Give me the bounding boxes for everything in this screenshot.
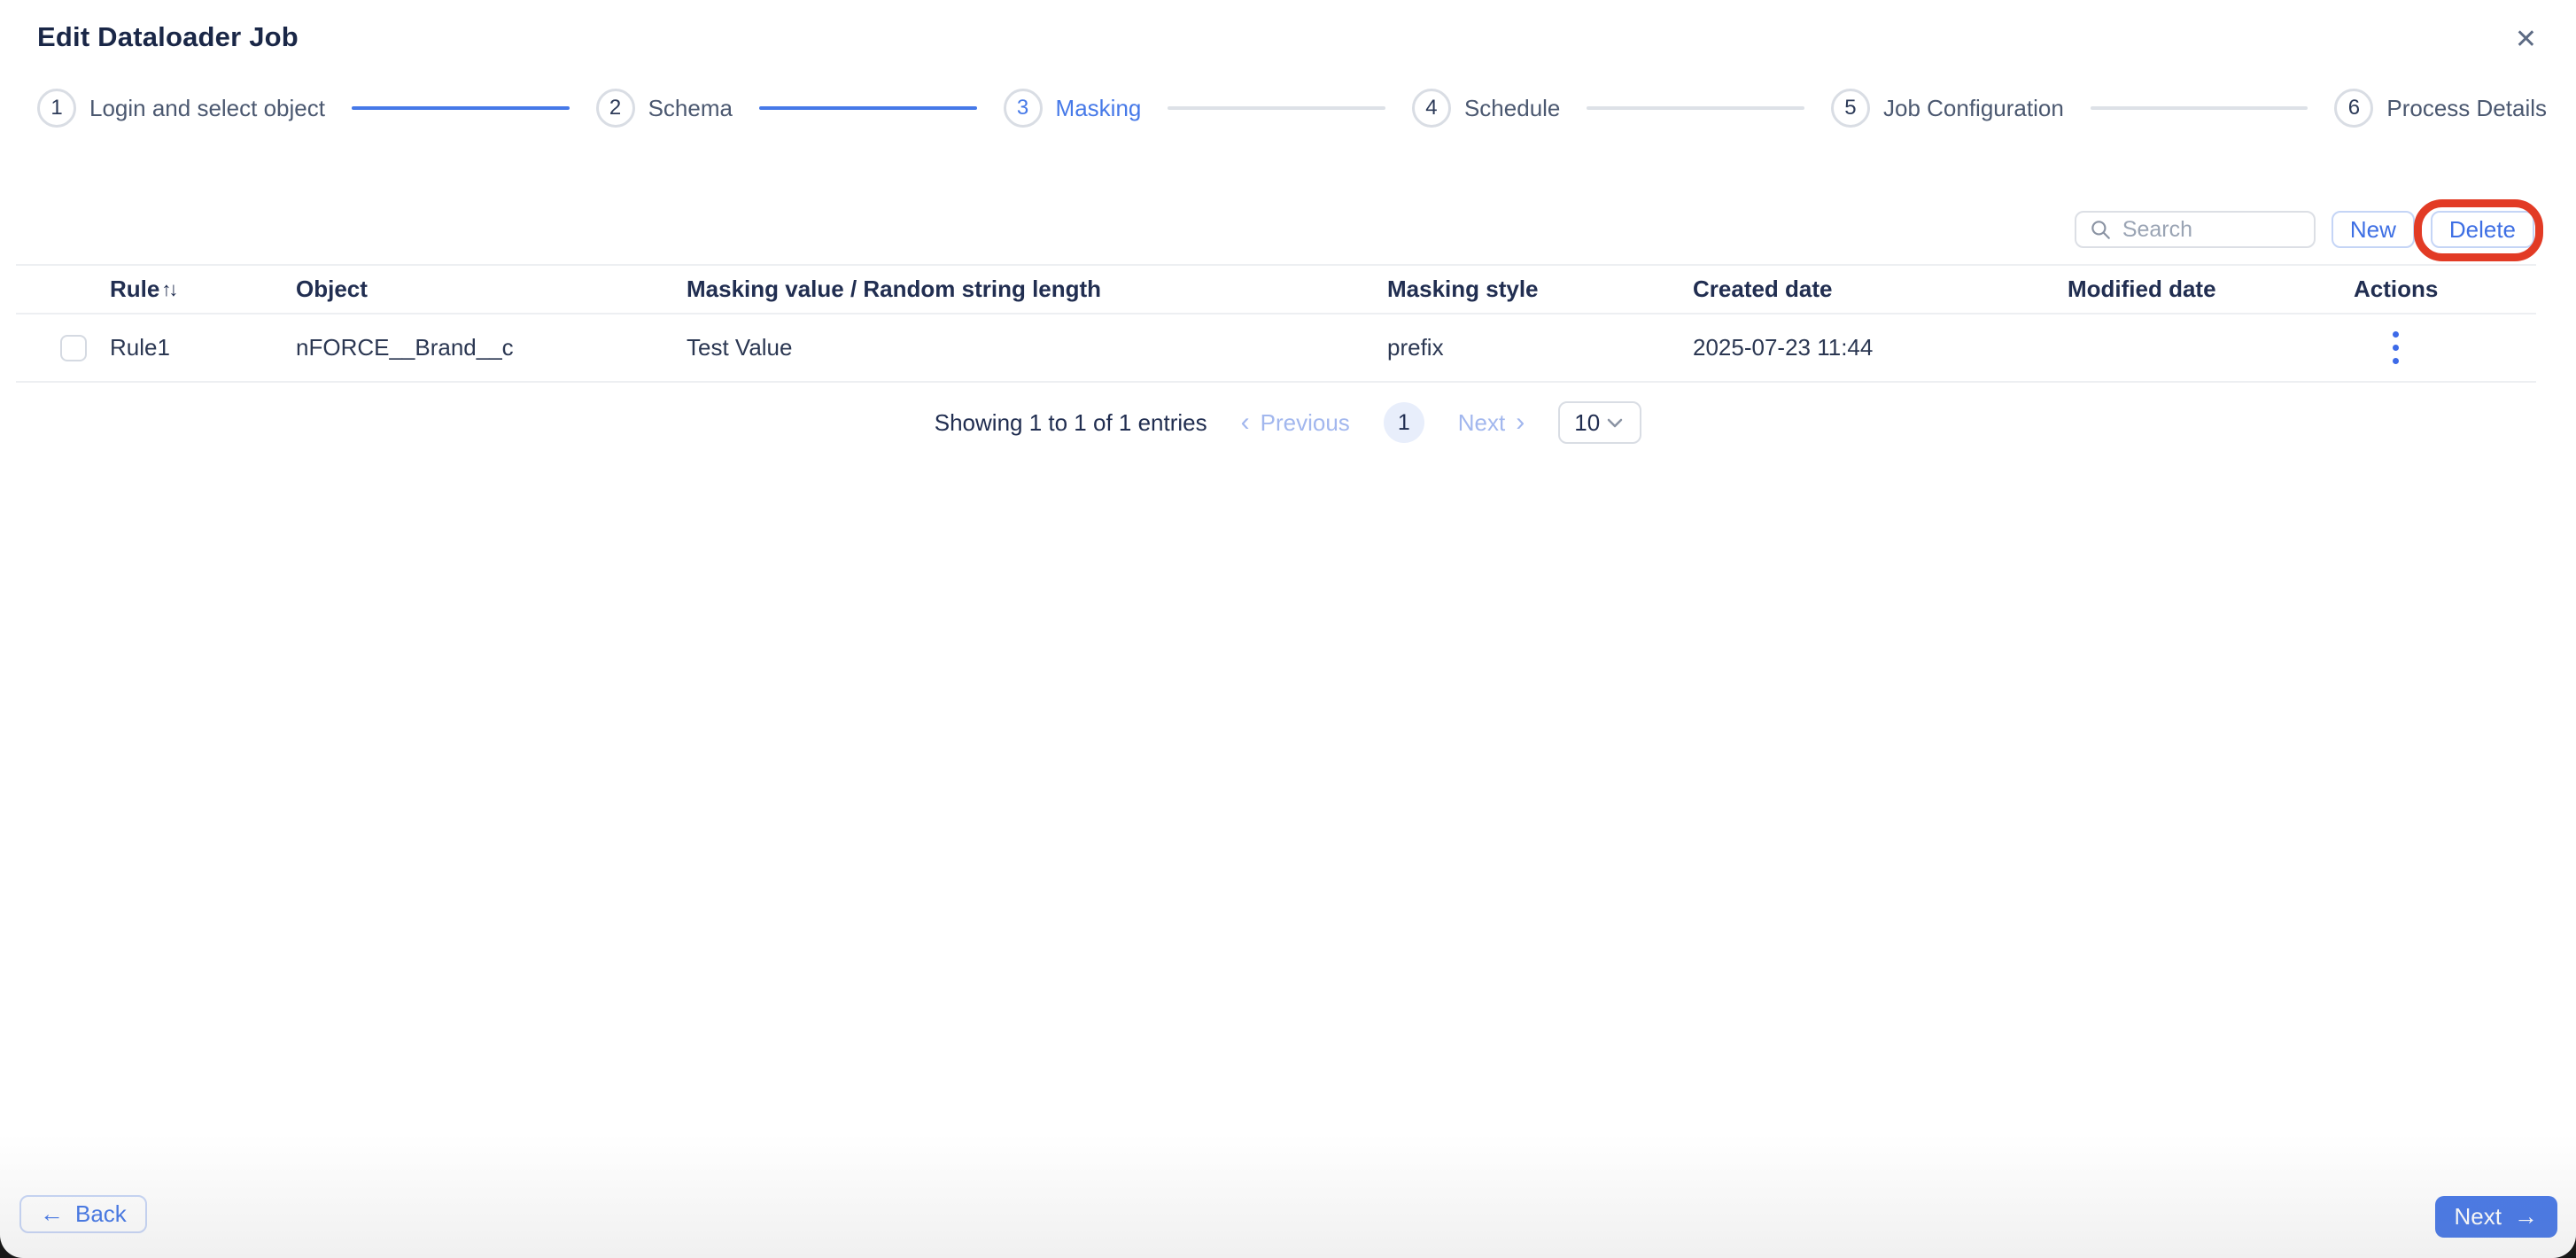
step-number: 1 (37, 89, 76, 128)
column-header-masking-style: Masking style (1387, 276, 1539, 302)
table-toolbar: New Delete (2074, 199, 2543, 261)
cell-object: nFORCE__Brand__c (296, 334, 514, 361)
chevron-down-icon (1608, 418, 1623, 428)
step-number: 2 (595, 89, 635, 128)
step-login-and-select-object[interactable]: 1 Login and select object (37, 89, 325, 128)
previous-label: Previous (1260, 408, 1350, 436)
column-header-created-date: Created date (1693, 276, 1833, 302)
close-icon[interactable]: ✕ (2510, 21, 2542, 58)
column-header-rule[interactable]: Rule ↑ ↓ (110, 276, 296, 303)
page-size-value: 10 (1574, 408, 1601, 436)
back-button[interactable]: ← Back (19, 1195, 147, 1233)
table-row: Rule1 nFORCE__Brand__c Test Value prefix… (16, 314, 2536, 383)
step-masking[interactable]: 3 Masking (1003, 89, 1142, 128)
cell-masking-value: Test Value (687, 334, 793, 361)
step-label: Job Configuration (1882, 94, 2064, 121)
cell-masking-style: prefix (1387, 334, 1444, 361)
step-job-configuration[interactable]: 5 Job Configuration (1830, 89, 2064, 128)
page-title: Edit Dataloader Job (37, 21, 299, 52)
step-connector (1168, 106, 1385, 110)
next-page-button[interactable]: Next › (1458, 409, 1525, 437)
search-input[interactable] (2122, 216, 2301, 243)
search-box (2074, 211, 2316, 248)
column-header-modified-date: Modified date (2068, 276, 2216, 302)
step-number: 3 (1003, 89, 1043, 128)
step-process-details[interactable]: 6 Process Details (2334, 89, 2547, 128)
step-number: 6 (2334, 89, 2374, 128)
new-button[interactable]: New (2331, 211, 2415, 248)
delete-button-wrap: Delete (2413, 199, 2543, 261)
entries-summary: Showing 1 to 1 of 1 entries (934, 408, 1207, 436)
masking-rules-table: Rule ↑ ↓ Object Masking value / Random st… (16, 264, 2536, 383)
edit-dataloader-job-dialog: Edit Dataloader Job ✕ 1 Login and select… (0, 0, 2576, 1258)
step-schedule[interactable]: 4 Schedule (1411, 89, 1561, 128)
cell-rule: Rule1 (110, 334, 170, 361)
step-number: 5 (1830, 89, 1870, 128)
step-schema[interactable]: 2 Schema (595, 89, 733, 128)
row-actions-kebab-icon[interactable] (2393, 331, 2400, 364)
delete-button[interactable]: Delete (2430, 211, 2534, 248)
column-header-object: Object (296, 276, 368, 302)
arrow-left-icon: ← (40, 1200, 64, 1227)
row-checkbox[interactable] (60, 334, 87, 361)
step-label: Process Details (2386, 94, 2548, 121)
step-connector (758, 106, 977, 110)
sort-icon[interactable]: ↑ ↓ (161, 278, 178, 301)
step-label: Login and select object (89, 94, 325, 121)
wizard-stepper: 1 Login and select object 2 Schema 3 Mas… (37, 89, 2547, 128)
next-label: Next (1457, 408, 1506, 436)
page-size-select[interactable]: 10 (1558, 401, 1642, 444)
cell-created-date: 2025-07-23 11:44 (1693, 334, 1874, 361)
step-connector (351, 106, 570, 110)
column-header-masking-value: Masking value / Random string length (687, 276, 1102, 302)
step-connector (1587, 106, 1804, 110)
arrow-right-icon: → (2514, 1203, 2538, 1230)
search-icon (2091, 221, 2110, 239)
chevron-left-icon: ‹ (1240, 408, 1250, 437)
column-header-label: Rule (110, 276, 160, 302)
pagination: Showing 1 to 1 of 1 entries ‹ Previous 1… (0, 400, 2576, 445)
step-connector (2090, 106, 2308, 110)
page-number-button[interactable]: 1 (1383, 402, 1424, 443)
next-button[interactable]: Next → (2434, 1196, 2557, 1238)
column-header-actions: Actions (2354, 276, 2439, 302)
dialog-header: Edit Dataloader Job ✕ (37, 21, 2542, 58)
step-label: Schedule (1463, 94, 1561, 121)
next-label: Next (2454, 1203, 2502, 1230)
previous-page-button[interactable]: ‹ Previous (1241, 409, 1350, 437)
table-header-row: Rule ↑ ↓ Object Masking value / Random st… (16, 264, 2536, 314)
step-label: Schema (648, 94, 733, 121)
chevron-right-icon: › (1516, 408, 1525, 437)
back-label: Back (75, 1200, 127, 1227)
step-number: 4 (1411, 89, 1451, 128)
step-label: Masking (1055, 94, 1142, 121)
